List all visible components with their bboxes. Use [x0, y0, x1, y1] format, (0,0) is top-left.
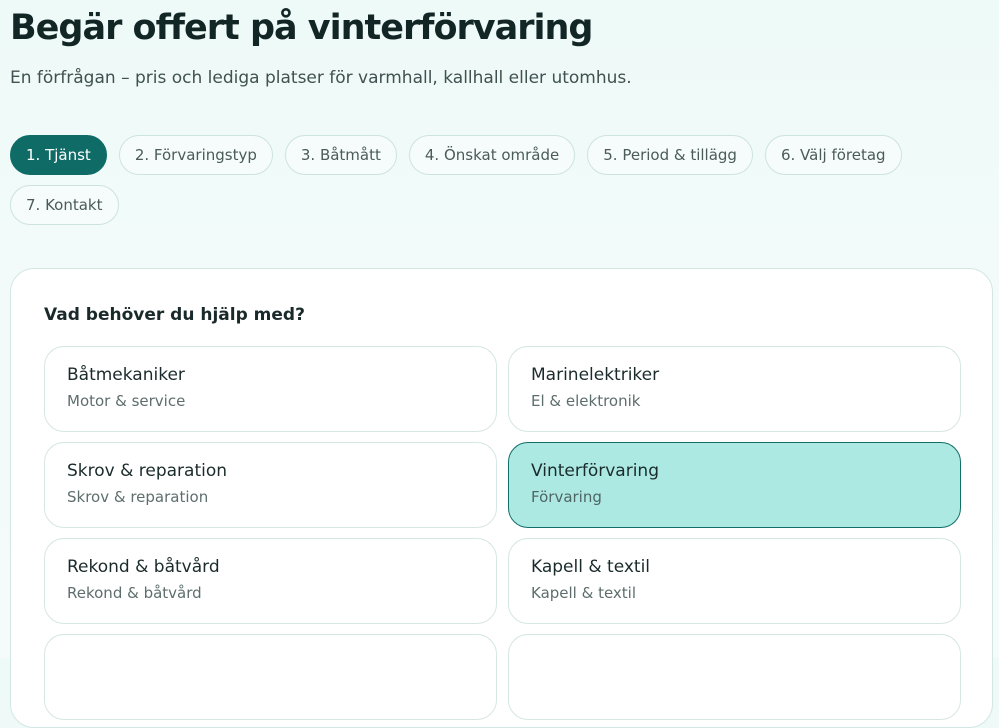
service-option-vinterforvaring[interactable]: Vinterförvaring Förvaring: [508, 442, 961, 528]
step-tab-period-tillagg[interactable]: 5. Period & tillägg: [587, 135, 753, 175]
service-card: Vad behöver du hjälp med? Båtmekaniker M…: [10, 268, 993, 728]
service-option-rekond-batvard[interactable]: Rekond & båtvård Rekond & båtvård: [44, 538, 497, 624]
service-option-skrov-reparation[interactable]: Skrov & reparation Skrov & reparation: [44, 442, 497, 528]
step-tab-valj-foretag[interactable]: 6. Välj företag: [764, 135, 902, 175]
page-title: Begär offert på vinterförvaring: [10, 8, 593, 48]
option-subtitle: El & elektronik: [531, 392, 641, 410]
option-subtitle: Rekond & båtvård: [67, 584, 202, 602]
option-title: Skrov & reparation: [67, 461, 228, 481]
step-tab-kontakt[interactable]: 7. Kontakt: [10, 185, 119, 225]
option-title: Båtmekaniker: [67, 365, 185, 385]
page-subtitle: En förfrågan – pris och lediga platser f…: [10, 68, 632, 88]
option-subtitle: Motor & service: [67, 392, 186, 410]
service-option-marinelektriker[interactable]: Marinelektriker El & elektronik: [508, 346, 961, 432]
service-options-grid: Båtmekaniker Motor & service Marinelektr…: [44, 346, 961, 720]
service-option-kapell-textil[interactable]: Kapell & textil Kapell & textil: [508, 538, 961, 624]
step-tab-onskat-omrade[interactable]: 4. Önskat område: [408, 135, 576, 175]
service-question: Vad behöver du hjälp med?: [44, 305, 305, 325]
option-subtitle: Kapell & textil: [531, 584, 637, 602]
option-title: Rekond & båtvård: [67, 557, 220, 577]
step-tab-tjanst[interactable]: 1. Tjänst: [10, 135, 107, 175]
step-nav: 1. Tjänst 2. Förvaringstyp 3. Båtmått 4.…: [10, 135, 910, 225]
option-title: Marinelektriker: [531, 365, 660, 385]
service-option-batmekaniker[interactable]: Båtmekaniker Motor & service: [44, 346, 497, 432]
service-option-cut-off-right[interactable]: [508, 634, 961, 720]
option-title: Kapell & textil: [531, 557, 651, 577]
option-subtitle: Skrov & reparation: [67, 488, 209, 506]
option-title: Vinterförvaring: [531, 461, 659, 481]
step-tab-batmatt[interactable]: 3. Båtmått: [284, 135, 397, 175]
option-subtitle: Förvaring: [531, 488, 602, 506]
service-option-cut-off-left[interactable]: [44, 634, 497, 720]
step-tab-forvaringstyp[interactable]: 2. Förvaringstyp: [118, 135, 273, 175]
